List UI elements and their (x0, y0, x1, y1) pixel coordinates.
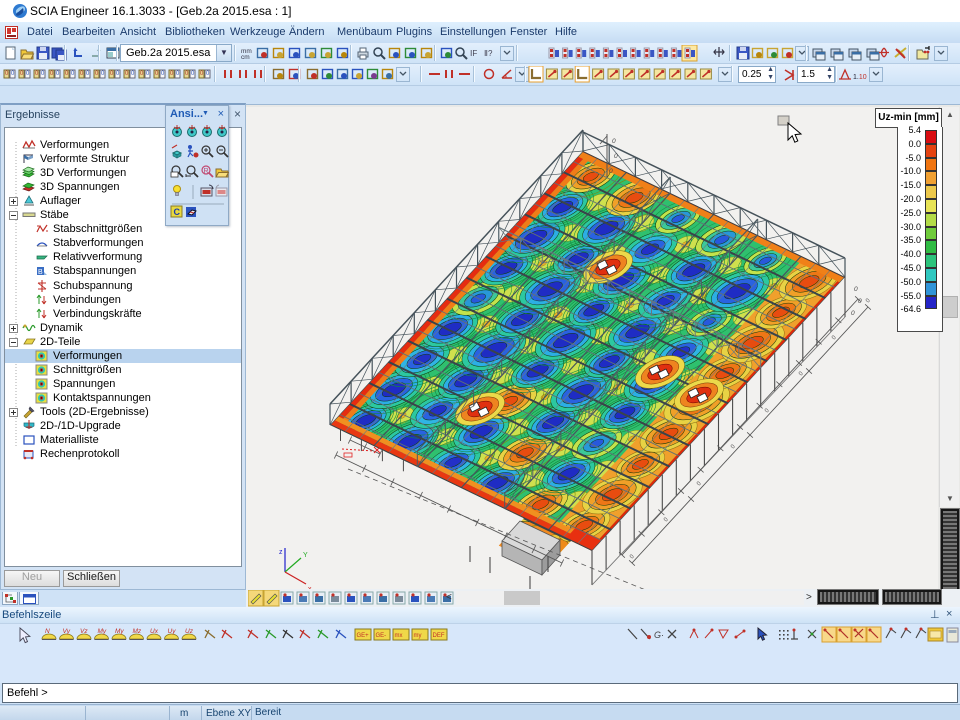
svg-text:N: N (45, 628, 50, 635)
svg-text:Ⅱ?: Ⅱ? (484, 49, 493, 58)
svg-text:Ux: Ux (150, 628, 159, 635)
svg-text:R: R (204, 168, 209, 175)
svg-text:cm: cm (241, 54, 250, 61)
svg-text:0: 0 (858, 298, 862, 305)
svg-text:0: 0 (614, 153, 618, 160)
svg-text:GE-: GE- (376, 633, 387, 639)
svg-text:0: 0 (854, 286, 858, 293)
svg-text:Vz: Vz (80, 628, 88, 635)
svg-text:my: my (414, 633, 422, 639)
svg-text:C: C (174, 207, 181, 217)
svg-text:z: z (279, 549, 283, 556)
svg-text:My: My (115, 628, 124, 635)
svg-text:0: 0 (851, 310, 855, 317)
svg-text:DEF: DEF (433, 633, 445, 639)
svg-text:1.10: 1.10 (853, 74, 867, 81)
svg-text:Uz: Uz (185, 628, 194, 635)
svg-text:0: 0 (612, 138, 616, 145)
svg-text:Mz: Mz (133, 628, 142, 635)
svg-text:Vy: Vy (63, 628, 71, 635)
svg-text:Uy: Uy (168, 628, 177, 635)
svg-text:GE+: GE+ (357, 633, 370, 639)
svg-text:ⅠF: ⅠF (470, 49, 477, 58)
svg-text:G·: G· (654, 630, 664, 640)
svg-text:B: B (38, 269, 43, 276)
svg-text:My: My (98, 628, 107, 635)
svg-text:mx: mx (395, 633, 403, 639)
svg-text:0: 0 (609, 168, 613, 175)
svg-text:Y: Y (303, 552, 308, 559)
